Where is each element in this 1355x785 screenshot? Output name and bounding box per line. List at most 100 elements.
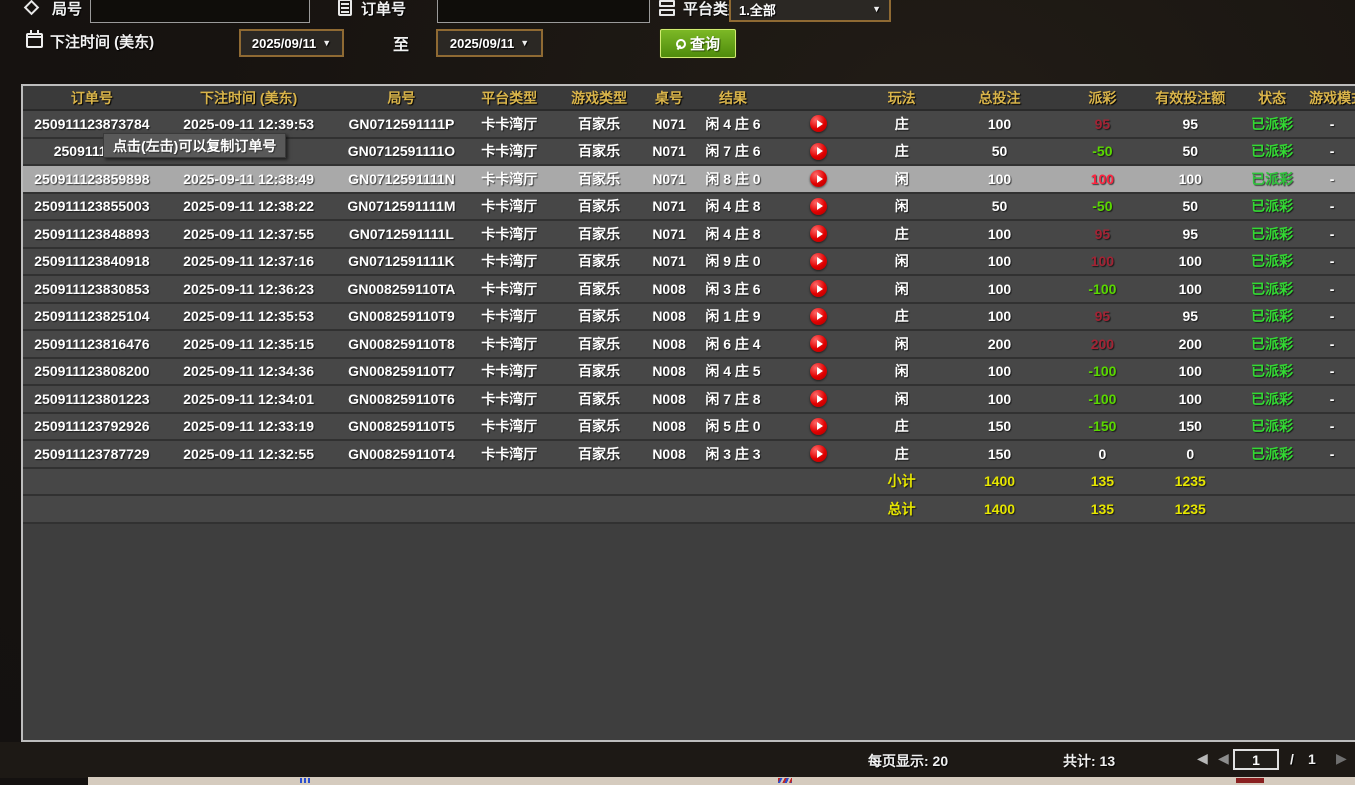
table-row[interactable]: 250911123840918 2025-09-11 12:37:16 GN07… <box>23 249 1355 277</box>
cell-result: 闲 4 庄 8 <box>692 221 774 247</box>
cell-order-no[interactable]: 250911123801223 <box>23 386 161 412</box>
cell-play-method: 闲 <box>864 166 940 192</box>
date-to-value: 2025/09/11 <box>450 36 514 51</box>
cell-order-no[interactable]: 250911123855003 <box>23 194 161 220</box>
cell-game-mode: - <box>1309 166 1355 192</box>
cell-order-no[interactable]: 250911123825104 <box>23 304 161 330</box>
cell-order-no[interactable]: 250911123792926 <box>23 414 161 440</box>
cell-bet-time: 2025-09-11 12:35:15 <box>161 331 337 357</box>
cell-play-method: 庄 <box>864 304 940 330</box>
play-icon[interactable] <box>810 335 827 352</box>
cell-play-method: 闲 <box>864 359 940 385</box>
table-row[interactable]: 250911123816476 2025-09-11 12:35:15 GN00… <box>23 331 1355 359</box>
table-row[interactable]: 250911123859898 2025-09-11 12:38:49 GN07… <box>23 166 1355 194</box>
cell-game-type: 百家乐 <box>552 359 646 385</box>
cell-result: 闲 7 庄 6 <box>692 139 774 165</box>
column-header-game-mode[interactable]: 游戏模式 <box>1309 86 1355 109</box>
cell-status: 已派彩 <box>1235 441 1309 467</box>
play-icon[interactable] <box>810 390 827 407</box>
column-header-game-type[interactable]: 游戏类型 <box>552 86 646 109</box>
play-icon[interactable] <box>810 280 827 297</box>
column-header-bet-time[interactable]: 下注时间 (美东) <box>161 86 337 109</box>
play-icon[interactable] <box>810 308 827 325</box>
cell-replay <box>774 304 864 330</box>
cell-order-no[interactable]: 250911123848893 <box>23 221 161 247</box>
platform-type-select[interactable]: 1.全部 ▼ <box>729 0 891 22</box>
play-icon[interactable] <box>810 170 827 187</box>
play-icon[interactable] <box>810 363 827 380</box>
next-page-icon[interactable]: ▶ <box>1336 750 1347 767</box>
column-header-platform[interactable]: 平台类型 <box>466 86 552 109</box>
table-row[interactable]: 250911123787729 2025-09-11 12:32:55 GN00… <box>23 441 1355 469</box>
game-no-input[interactable] <box>90 0 310 23</box>
column-header-order-no[interactable]: 订单号 <box>23 86 161 109</box>
column-header-play[interactable]: 玩法 <box>864 86 940 109</box>
play-icon[interactable] <box>810 115 827 132</box>
cell-payout: -50 <box>1059 194 1145 220</box>
play-icon[interactable] <box>810 418 827 435</box>
play-icon[interactable] <box>810 445 827 462</box>
cell-result: 闲 4 庄 5 <box>692 359 774 385</box>
orders-table: 订单号 下注时间 (美东) 局号 平台类型 游戏类型 桌号 结果 玩法 总投注 … <box>21 84 1355 742</box>
cell-game-no: GN0712591111K <box>337 249 467 275</box>
cell-result: 闲 3 庄 6 <box>692 276 774 302</box>
column-header-result[interactable]: 结果 <box>692 86 774 109</box>
date-to-select[interactable]: 2025/09/11 ▼ <box>436 29 543 57</box>
cell-game-type: 百家乐 <box>552 194 646 220</box>
cell-bet-time: 2025-09-11 12:35:53 <box>161 304 337 330</box>
cell-play-method: 闲 <box>864 331 940 357</box>
cell-replay <box>774 194 864 220</box>
cell-total-bet: 100 <box>940 359 1060 385</box>
play-icon[interactable] <box>810 143 827 160</box>
cell-game-type: 百家乐 <box>552 414 646 440</box>
cell-valid-bet: 50 <box>1145 139 1235 165</box>
cell-replay <box>774 359 864 385</box>
table-row[interactable]: 250911123808200 2025-09-11 12:34:36 GN00… <box>23 359 1355 387</box>
cell-order-no[interactable]: 250911123830853 <box>23 276 161 302</box>
cell-valid-bet: 100 <box>1145 166 1235 192</box>
cell-replay <box>774 331 864 357</box>
order-no-icon <box>338 0 352 16</box>
prev-page-icon[interactable]: ◀ <box>1218 750 1229 767</box>
table-row[interactable]: 250911123792926 2025-09-11 12:33:19 GN00… <box>23 414 1355 442</box>
cell-order-no[interactable]: 250911123808200 <box>23 359 161 385</box>
copy-order-tooltip: 点击(左击)可以复制订单号 <box>103 133 286 158</box>
cell-order-no[interactable]: 250911123859898 <box>23 166 161 192</box>
play-icon[interactable] <box>810 225 827 242</box>
cell-order-no[interactable]: 250911123816476 <box>23 331 161 357</box>
play-icon[interactable] <box>810 198 827 215</box>
column-header-payout[interactable]: 派彩 <box>1059 86 1145 109</box>
query-button[interactable]: 查询 <box>660 29 736 58</box>
order-no-label: 订单号 <box>361 0 406 19</box>
cell-status: 已派彩 <box>1235 331 1309 357</box>
table-row[interactable]: 250911123801223 2025-09-11 12:34:01 GN00… <box>23 386 1355 414</box>
column-header-status[interactable]: 状态 <box>1235 86 1309 109</box>
table-row[interactable]: 250911123825104 2025-09-11 12:35:53 GN00… <box>23 304 1355 332</box>
cell-table-no: N008 <box>646 331 692 357</box>
first-page-icon[interactable]: ◀ <box>1197 750 1208 767</box>
play-icon[interactable] <box>810 253 827 270</box>
cell-table-no: N008 <box>646 359 692 385</box>
table-row[interactable]: 250911123855003 2025-09-11 12:38:22 GN07… <box>23 194 1355 222</box>
cell-status: 已派彩 <box>1235 221 1309 247</box>
date-from-select[interactable]: 2025/09/11 ▼ <box>239 29 344 57</box>
table-row[interactable]: 250911123830853 2025-09-11 12:36:23 GN00… <box>23 276 1355 304</box>
table-row[interactable]: 250911123848893 2025-09-11 12:37:55 GN07… <box>23 221 1355 249</box>
cell-play-method: 闲 <box>864 194 940 220</box>
page-number-input[interactable]: 1 <box>1233 749 1279 770</box>
cell-game-type: 百家乐 <box>552 221 646 247</box>
column-header-table-no[interactable]: 桌号 <box>646 86 692 109</box>
cell-total-bet: 50 <box>940 139 1060 165</box>
column-header-valid-bet[interactable]: 有效投注额 <box>1145 86 1235 109</box>
cell-payout: 100 <box>1059 249 1145 275</box>
cell-play-method: 闲 <box>864 249 940 275</box>
column-header-game-no[interactable]: 局号 <box>337 86 467 109</box>
cell-total-bet: 100 <box>940 221 1060 247</box>
cell-result: 闲 3 庄 3 <box>692 441 774 467</box>
cell-order-no[interactable]: 250911123787729 <box>23 441 161 467</box>
column-header-total-bet[interactable]: 总投注 <box>940 86 1060 109</box>
order-no-input[interactable] <box>437 0 650 23</box>
cell-order-no[interactable]: 250911123840918 <box>23 249 161 275</box>
table-body: 250911123873784 2025-09-11 12:39:53 GN07… <box>23 111 1355 469</box>
cell-game-no: GN008259110T5 <box>337 414 467 440</box>
